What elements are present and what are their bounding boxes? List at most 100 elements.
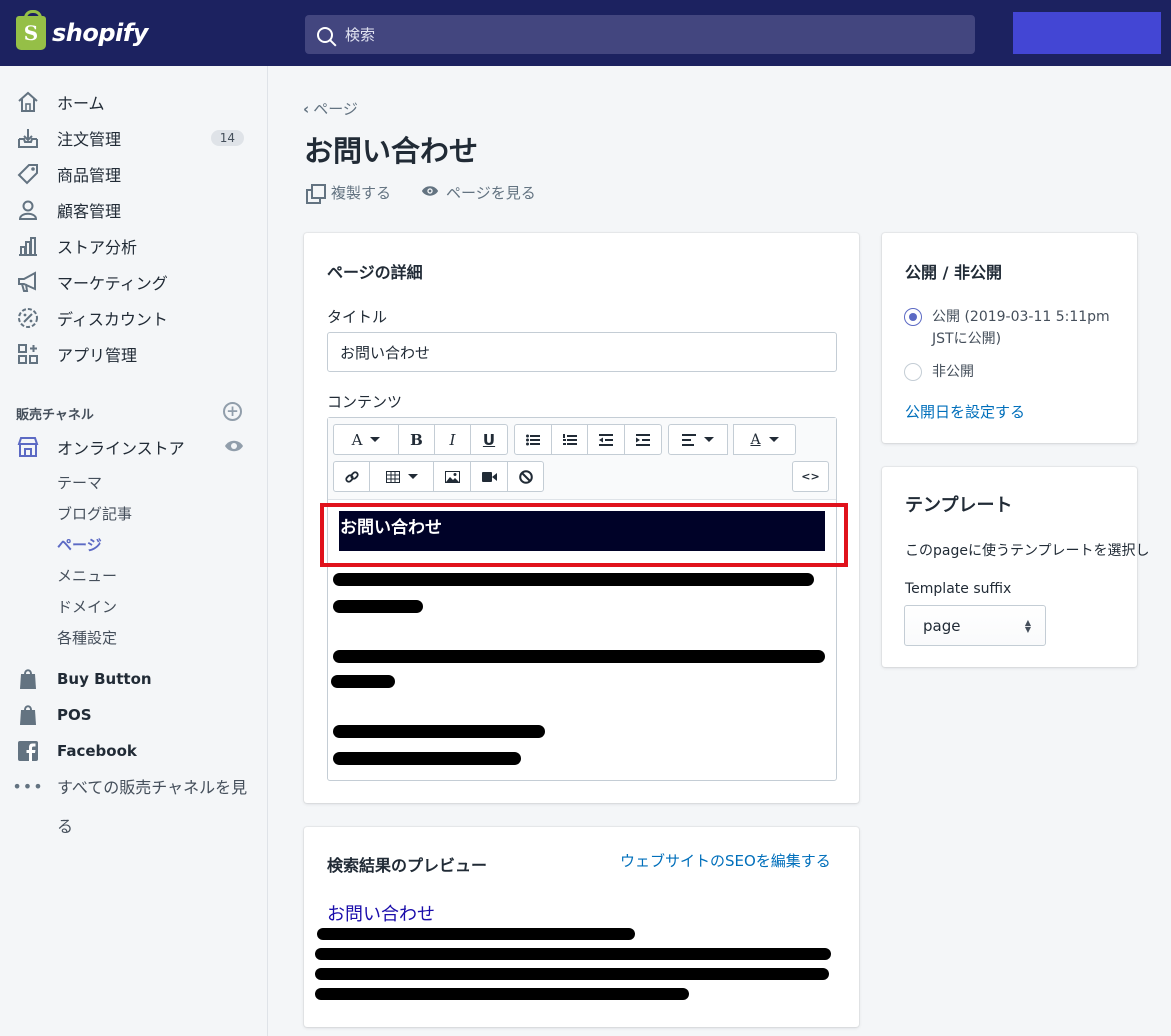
sidebar-subitem-preferences[interactable]: 各種設定	[57, 627, 117, 648]
breadcrumb[interactable]: ‹ ページ	[303, 98, 358, 119]
sidebar-item-orders[interactable]: 注文管理 14	[0, 121, 268, 155]
published-radio[interactable]	[904, 308, 922, 326]
editor-toolbar: A B I U A <>	[328, 418, 836, 500]
sidebar-item-discounts[interactable]: ディスカウント	[0, 301, 268, 335]
sidebar-item-products[interactable]: 商品管理	[0, 157, 268, 191]
page-actions: 複製する ページを見る	[306, 182, 566, 204]
image-button[interactable]	[433, 461, 471, 492]
sidebar-subitem-themes[interactable]: テーマ	[57, 472, 102, 493]
rich-text-editor[interactable]: A B I U A <> お問い合わせ	[327, 417, 837, 781]
shopify-bag-icon	[16, 667, 40, 691]
table-dropdown[interactable]	[369, 461, 434, 492]
redacted-text	[317, 928, 635, 940]
bold-button[interactable]: B	[398, 424, 435, 455]
add-channel-icon[interactable]: +	[223, 402, 242, 421]
hidden-label: 非公開	[932, 364, 974, 380]
top-bar: S shopify 検索	[0, 0, 1171, 66]
video-button[interactable]	[470, 461, 508, 492]
sidebar-item-online-store[interactable]: オンラインストア	[0, 430, 268, 464]
redacted-text	[333, 650, 825, 663]
html-toggle-button[interactable]: <>	[792, 461, 829, 492]
chevron-down-icon	[370, 437, 381, 442]
duplicate-button[interactable]: 複製する	[306, 182, 391, 204]
page-details-title: ページの詳細	[327, 263, 423, 282]
sidebar-item-label: Facebook	[57, 742, 137, 760]
sidebar-item-customers[interactable]: 顧客管理	[0, 193, 268, 227]
numbered-list-icon	[562, 433, 577, 445]
hidden-radio[interactable]	[904, 363, 922, 381]
redacted-text	[315, 988, 689, 1000]
person-icon	[16, 198, 40, 222]
shopify-logo[interactable]: S shopify	[16, 10, 148, 50]
discount-icon	[16, 306, 40, 330]
template-suffix-label: Template suffix	[905, 581, 1012, 597]
search-icon	[317, 26, 333, 43]
sidebar-item-facebook[interactable]: Facebook	[0, 734, 268, 768]
published-label: 公開 (2019-03-11 5:11pm JSTに公開)	[932, 306, 1110, 350]
edit-seo-link[interactable]: ウェブサイトのSEOを編集する	[620, 850, 831, 871]
search-placeholder: 検索	[345, 26, 376, 44]
sidebar-item-label: ディスカウント	[57, 310, 168, 329]
template-suffix-value: page	[923, 616, 961, 635]
sidebar-item-marketing[interactable]: マーケティング	[0, 265, 268, 299]
template-suffix-select[interactable]: page ▲ ▼	[904, 605, 1046, 646]
title-input[interactable]: お問い合わせ	[327, 332, 837, 372]
template-title: テンプレート	[905, 495, 1013, 516]
breadcrumb-label: ページ	[313, 100, 358, 118]
home-icon	[16, 90, 40, 114]
indent-button[interactable]	[624, 424, 662, 455]
sidebar-subitem-blog[interactable]: ブログ記事	[57, 503, 132, 524]
text-color-dropdown[interactable]: A	[733, 424, 796, 455]
sidebar-item-pos[interactable]: POS	[0, 698, 268, 732]
view-store-eye-icon[interactable]	[224, 438, 244, 457]
clear-formatting-button[interactable]	[507, 461, 544, 492]
sidebar-item-label: アプリ管理	[57, 346, 138, 365]
sidebar-item-analytics[interactable]: ストア分析	[0, 229, 268, 263]
align-dropdown[interactable]	[668, 424, 728, 455]
orders-icon	[16, 126, 40, 150]
link-button[interactable]	[333, 461, 370, 492]
page-title: お問い合わせ	[304, 134, 479, 168]
sidebar-item-label: 商品管理	[57, 166, 122, 185]
sidebar-item-apps[interactable]: アプリ管理	[0, 337, 268, 371]
search-input[interactable]: 検索	[305, 15, 975, 54]
set-publish-date-link[interactable]: 公開日を設定する	[905, 401, 1025, 422]
megaphone-icon	[16, 270, 40, 294]
published-label-line2: JSTに公開)	[932, 331, 1002, 347]
sidebar-item-buy-button[interactable]: Buy Button	[0, 662, 268, 696]
sidebar-subitem-pages[interactable]: ページ	[57, 534, 102, 555]
sidebar-item-label: 注文管理	[57, 130, 122, 149]
sidebar-subitem-menus[interactable]: メニュー	[57, 565, 117, 586]
account-menu-button[interactable]	[1013, 12, 1161, 54]
sales-channels-title: 販売チャネル	[16, 408, 94, 423]
sidebar-item-all-channels-wrap: る	[57, 817, 74, 836]
outdent-icon	[599, 433, 613, 446]
apps-icon	[16, 342, 40, 366]
view-page-label: ページを見る	[446, 184, 536, 202]
link-icon	[344, 470, 359, 483]
redacted-text	[331, 675, 395, 688]
sidebar-item-label: ストア分析	[57, 238, 138, 257]
font-style-dropdown[interactable]: A	[333, 424, 399, 455]
font-style-label: A	[351, 430, 363, 449]
more-dots-icon: •••	[12, 776, 44, 796]
highlight-box	[320, 503, 848, 567]
underline-button[interactable]: U	[470, 424, 508, 455]
sidebar-item-home[interactable]: ホーム	[0, 85, 268, 119]
bullet-list-button[interactable]	[514, 424, 552, 455]
video-icon	[481, 471, 497, 482]
italic-button[interactable]: I	[434, 424, 471, 455]
view-page-button[interactable]: ページを見る	[421, 182, 536, 203]
align-left-icon	[682, 433, 696, 446]
outdent-button[interactable]	[587, 424, 625, 455]
sidebar-subitem-domains[interactable]: ドメイン	[57, 596, 117, 617]
table-icon	[385, 470, 400, 483]
store-icon	[16, 435, 40, 459]
numbered-list-button[interactable]	[551, 424, 588, 455]
published-label-line1: 公開 (2019-03-11 5:11pm	[932, 309, 1110, 325]
redacted-text	[333, 600, 423, 613]
template-description: このpageに使うテンプレートを選択し	[905, 543, 1150, 559]
sidebar-item-all-channels[interactable]: ••• すべての販売チャネルを見	[0, 769, 268, 803]
indent-icon	[636, 433, 650, 446]
chevron-left-icon: ‹	[303, 100, 310, 118]
